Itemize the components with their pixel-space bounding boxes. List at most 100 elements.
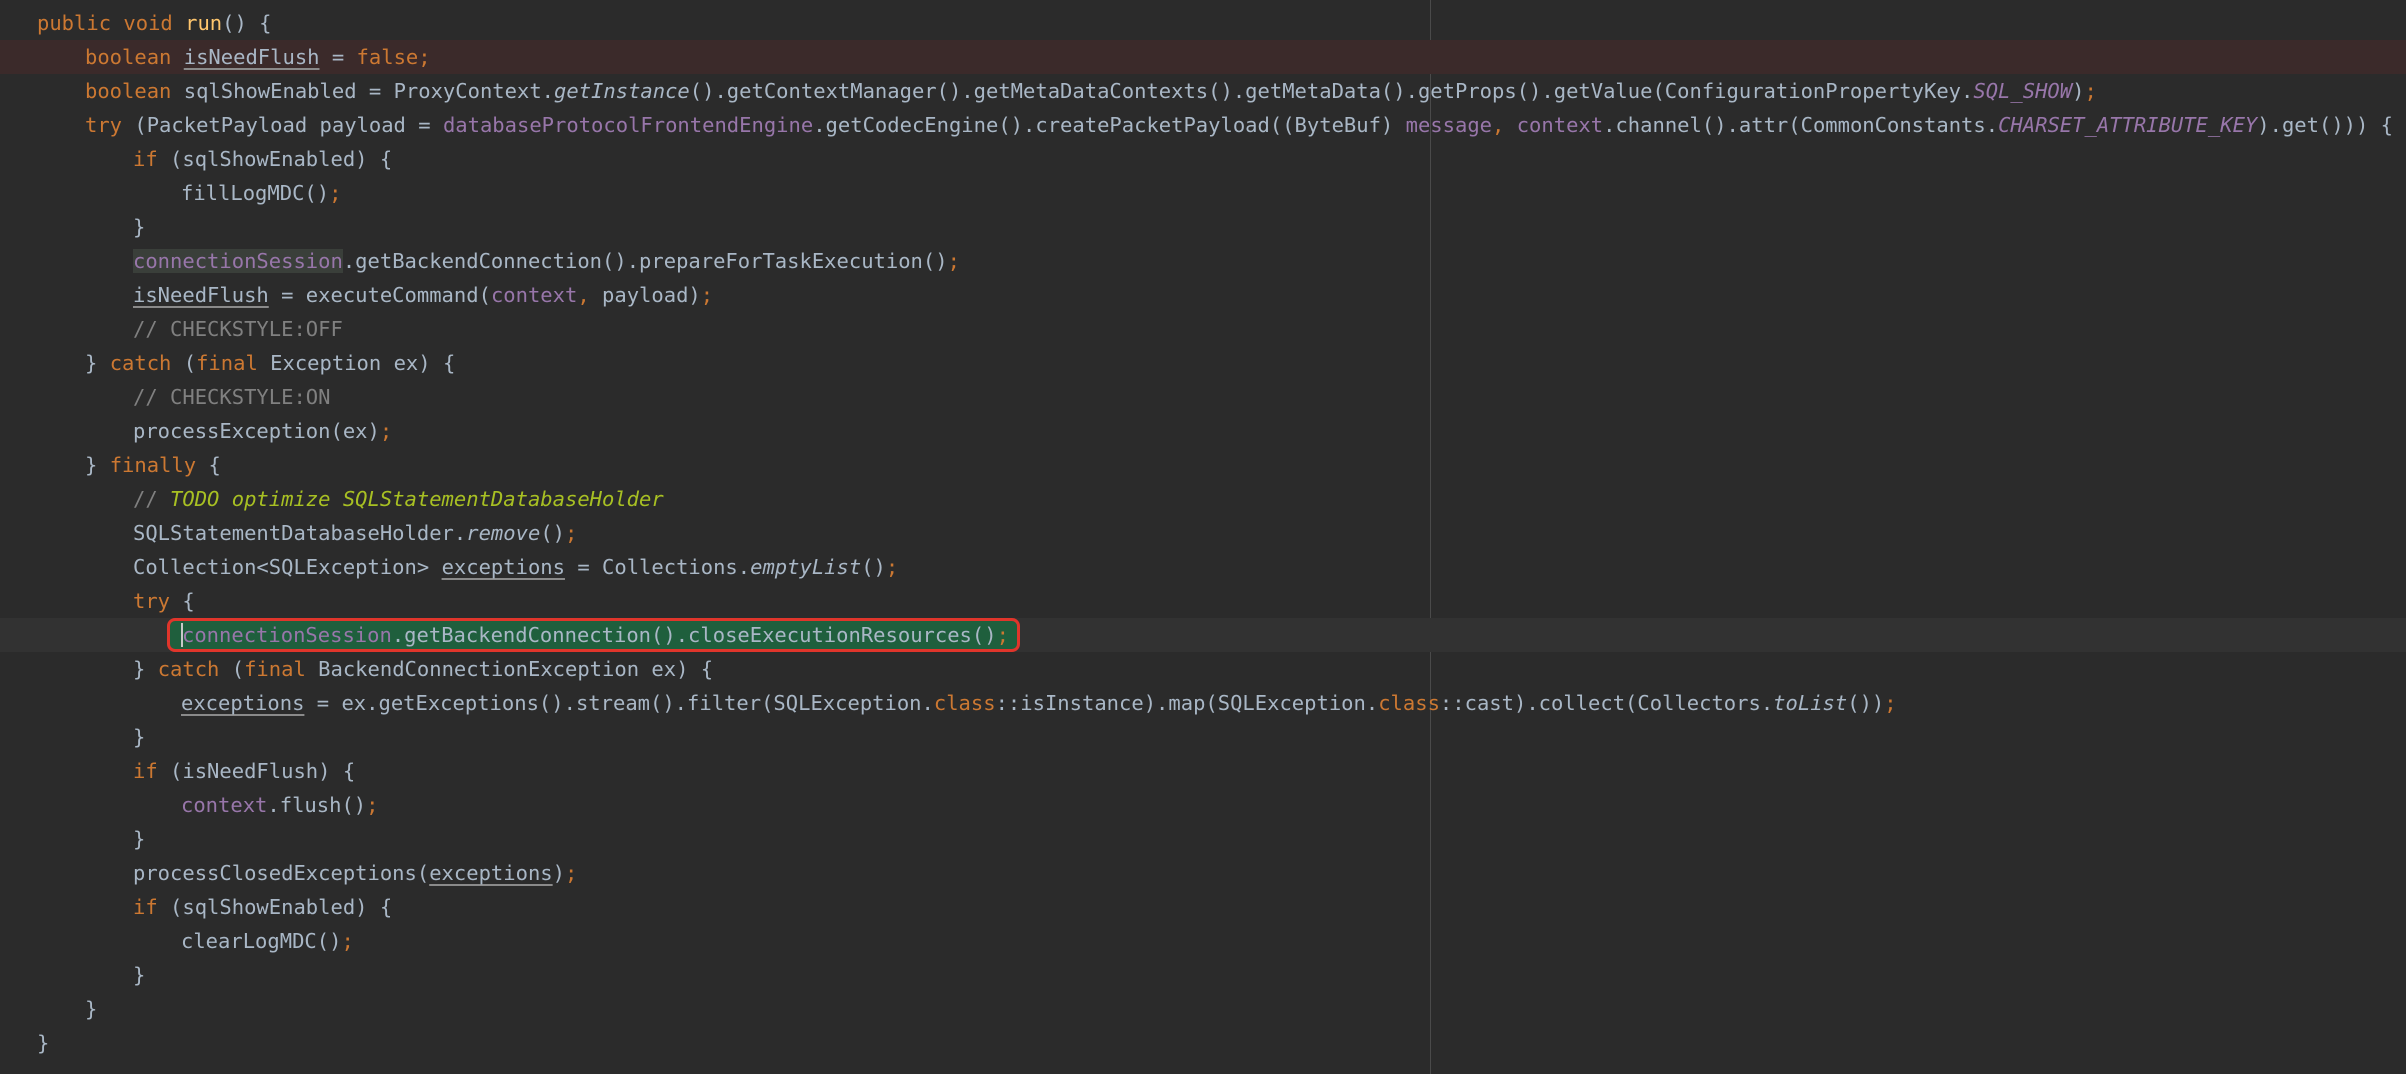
code-token: .getBackendConnection().closeExecutionRe…	[391, 623, 997, 647]
code-token: Exception ex) {	[270, 351, 456, 375]
code-line[interactable]: try (PacketPayload payload = databasePro…	[0, 108, 2406, 142]
code-text: }	[133, 210, 145, 244]
code-token: sqlShowEnabled = ProxyContext.	[183, 79, 555, 103]
code-line[interactable]: boolean isNeedFlush = false;	[0, 40, 2406, 74]
code-line[interactable]: public void run() {	[0, 6, 2406, 40]
code-token: BackendConnectionException ex) {	[318, 657, 714, 681]
code-line[interactable]: }	[0, 1026, 2406, 1060]
code-token: )	[552, 861, 565, 885]
code-token: getInstance	[554, 79, 690, 103]
code-text: processException(ex);	[133, 414, 392, 448]
code-line[interactable]: boolean sqlShowEnabled = ProxyContext.ge…	[0, 74, 2406, 108]
code-token: final	[196, 351, 271, 375]
code-token: boolean	[85, 79, 184, 103]
code-line[interactable]: }	[0, 720, 2406, 754]
code-text: } finally {	[85, 448, 221, 482]
code-line[interactable]: if (sqlShowEnabled) {	[0, 142, 2406, 176]
code-token: connectionSession	[133, 249, 343, 273]
code-token: void	[123, 11, 186, 35]
code-line[interactable]: clearLogMDC();	[0, 924, 2406, 958]
code-text: processClosedExceptions(exceptions);	[133, 856, 577, 890]
code-token: ;	[565, 521, 578, 545]
code-token: exceptions	[441, 555, 565, 579]
code-line[interactable]: }	[0, 210, 2406, 244]
code-token: ,	[1492, 113, 1517, 137]
code-line[interactable]: processClosedExceptions(exceptions);	[0, 856, 2406, 890]
code-text: }	[133, 720, 145, 754]
code-token: (sqlShowEnabled) {	[170, 147, 393, 171]
code-token: try	[85, 113, 135, 137]
code-token: }	[85, 351, 110, 375]
code-token: catch	[109, 351, 184, 375]
code-token: {	[182, 589, 195, 613]
code-token: ::isInstance).map(SQLException.	[995, 691, 1379, 715]
code-token: clearLogMDC()	[181, 929, 342, 953]
code-token: ;	[366, 793, 379, 817]
code-token: message	[1405, 113, 1493, 137]
highlighted-statement[interactable]: connectionSession.getBackendConnection()…	[167, 618, 1020, 652]
code-token: = ex.getExceptions().stream().filter(SQL…	[304, 691, 934, 715]
code-token: processException(ex)	[133, 419, 380, 443]
code-token: (	[231, 657, 245, 681]
code-line[interactable]: // CHECKSTYLE:ON	[0, 380, 2406, 414]
code-line[interactable]: } catch (final Exception ex) {	[0, 346, 2406, 380]
code-token: final	[244, 657, 319, 681]
code-token: exceptions	[181, 691, 305, 715]
code-token: }	[37, 1031, 50, 1055]
code-token: Collection<SQLException>	[133, 555, 442, 579]
code-text: // CHECKSTYLE:ON	[133, 380, 330, 414]
code-token: ()	[540, 521, 565, 545]
code-line[interactable]: try {	[0, 584, 2406, 618]
code-line[interactable]: Collection<SQLException> exceptions = Co…	[0, 550, 2406, 584]
code-text: Collection<SQLException> exceptions = Co…	[133, 550, 898, 584]
code-text: // CHECKSTYLE:OFF	[133, 312, 343, 346]
code-token: // CHECKSTYLE:OFF	[133, 317, 343, 341]
code-token: if	[133, 759, 171, 783]
code-line[interactable]: }	[0, 992, 2406, 1026]
code-token: }	[133, 963, 146, 987]
code-token: toList	[1773, 691, 1848, 715]
code-token: (isNeedFlush) {	[170, 759, 356, 783]
code-token: ;	[1884, 691, 1897, 715]
code-text: if (sqlShowEnabled) {	[133, 142, 392, 176]
code-token: }	[85, 453, 110, 477]
code-line[interactable]: } catch (final BackendConnectionExceptio…	[0, 652, 2406, 686]
text-caret	[181, 623, 183, 647]
code-text: connectionSession.getBackendConnection()…	[167, 618, 1020, 652]
code-token: SQLStatementDatabaseHolder.	[133, 521, 467, 545]
code-token: ;	[885, 555, 899, 579]
code-line[interactable]: exceptions = ex.getExceptions().stream()…	[0, 686, 2406, 720]
code-token: TODO optimize SQLStatementDatabaseHolder	[170, 487, 664, 511]
code-token: ;	[564, 861, 578, 885]
code-line[interactable]: } finally {	[0, 448, 2406, 482]
code-token: public	[37, 11, 124, 35]
code-line[interactable]: // TODO optimize SQLStatementDatabaseHol…	[0, 482, 2406, 516]
code-line[interactable]: connectionSession.getBackendConnection()…	[0, 618, 2406, 652]
code-text: }	[37, 1026, 49, 1060]
code-token: catch	[157, 657, 232, 681]
code-line[interactable]: if (isNeedFlush) {	[0, 754, 2406, 788]
code-token: (	[183, 351, 197, 375]
code-line[interactable]: }	[0, 822, 2406, 856]
code-text: }	[133, 822, 145, 856]
code-line[interactable]: context.flush();	[0, 788, 2406, 822]
code-line[interactable]: fillLogMDC();	[0, 176, 2406, 210]
code-line[interactable]: isNeedFlush = executeCommand(context, pa…	[0, 278, 2406, 312]
code-token: SQL_SHOW	[1973, 79, 2073, 103]
code-line[interactable]: // CHECKSTYLE:OFF	[0, 312, 2406, 346]
code-line[interactable]: connectionSession.getBackendConnection()…	[0, 244, 2406, 278]
code-token: isNeedFlush	[183, 45, 320, 69]
code-line[interactable]: }	[0, 958, 2406, 992]
code-line[interactable]: if (sqlShowEnabled) {	[0, 890, 2406, 924]
code-token: ;	[700, 283, 714, 307]
code-token: context	[181, 793, 268, 817]
code-token: context	[490, 283, 578, 307]
code-token: exceptions	[429, 861, 553, 885]
code-editor[interactable]: public void run() {boolean isNeedFlush =…	[0, 0, 2406, 1074]
code-token: connectionSession	[182, 623, 392, 647]
code-text: }	[85, 992, 97, 1026]
code-line[interactable]: processException(ex);	[0, 414, 2406, 448]
code-line[interactable]: SQLStatementDatabaseHolder.remove();	[0, 516, 2406, 550]
code-token: //	[133, 487, 171, 511]
code-text: try {	[133, 584, 195, 618]
